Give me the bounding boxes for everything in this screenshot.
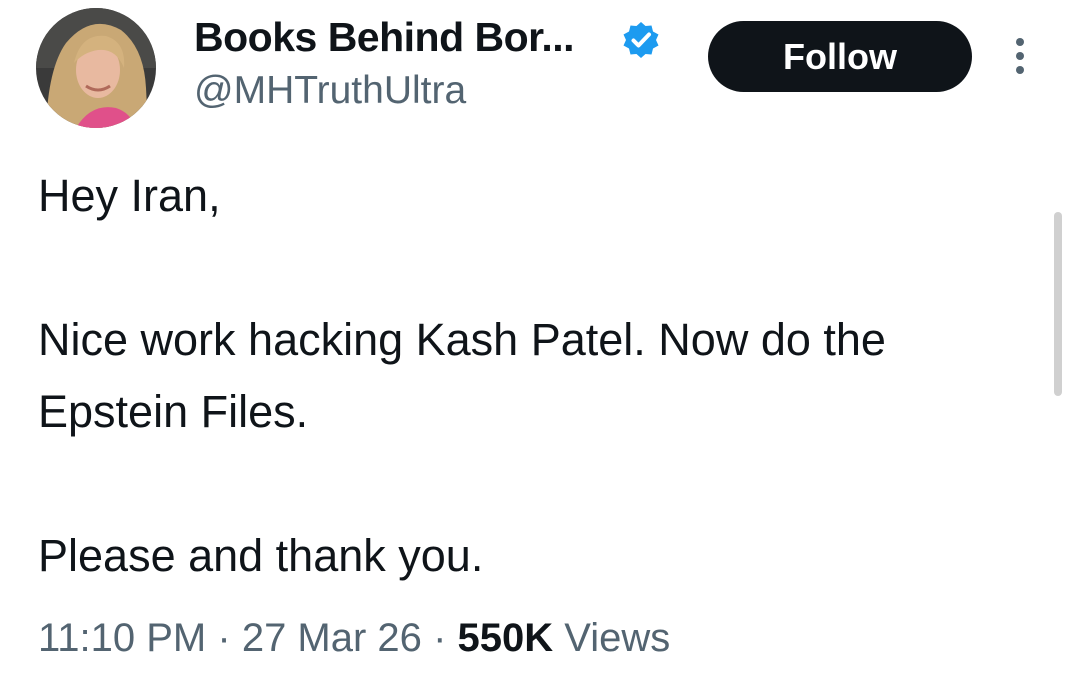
tweet-paragraph: Nice work hacking Kash Patel. Now do the… [38, 314, 886, 437]
more-vertical-icon[interactable] [1009, 36, 1031, 78]
tweet-text: Hey Iran, Nice work hacking Kash Patel. … [38, 160, 1038, 592]
display-name[interactable]: Books Behind Bor... [194, 14, 575, 61]
separator: · [433, 616, 447, 660]
scrollbar[interactable] [1054, 212, 1062, 396]
views-count: 550K [457, 616, 554, 660]
views-label: Views [564, 616, 671, 660]
tweet-paragraph: Please and thank you. [38, 530, 484, 581]
tweet-paragraph: Hey Iran, [38, 170, 221, 221]
avatar[interactable] [36, 8, 156, 128]
user-handle[interactable]: @MHTruthUltra [194, 69, 466, 113]
tweet-time[interactable]: 11:10 PM [38, 616, 206, 660]
follow-button[interactable]: Follow [708, 21, 972, 92]
separator: · [217, 616, 231, 660]
profile-photo-avatar [36, 8, 156, 128]
tweet-date[interactable]: 27 Mar 26 [242, 616, 422, 660]
verified-badge-icon [621, 20, 661, 60]
tweet-meta: 11:10 PM · 27 Mar 26 · 550K Views [38, 616, 670, 661]
